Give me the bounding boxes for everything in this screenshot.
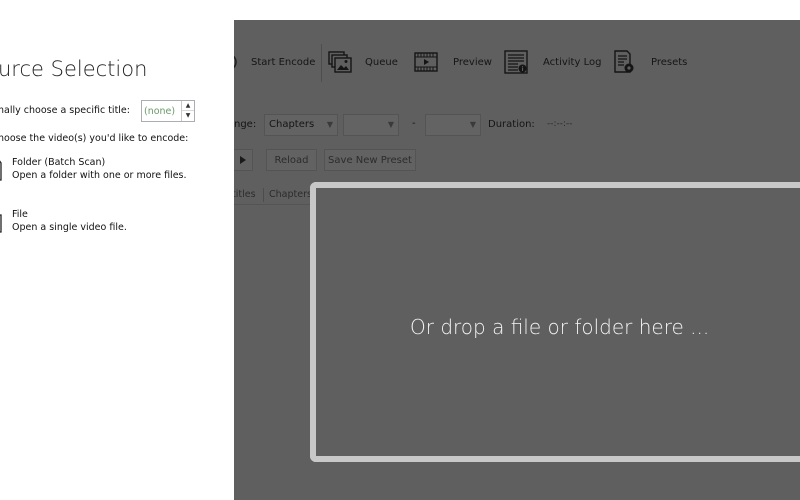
file-option[interactable]: File Open a single video file. <box>0 209 234 239</box>
range-mode-dropdown[interactable]: Chapters ▼ <box>264 114 338 136</box>
tab-subtitles[interactable]: titles <box>234 186 256 204</box>
toolbar-separator <box>321 44 322 82</box>
presets-button[interactable]: Presets <box>612 40 687 84</box>
file-option-desc: Open a single video file. <box>12 222 127 233</box>
folder-batch-scan-option[interactable]: Folder (Batch Scan) Open a folder with o… <box>0 157 234 187</box>
specific-title-row: nally choose a specific title: (none) ▲ … <box>0 100 232 122</box>
start-encode-button[interactable]: Start Encode <box>251 40 315 84</box>
chevron-down-icon: ▼ <box>326 120 333 129</box>
tab-separator <box>263 188 264 202</box>
choose-videos-label: hoose the video(s) you'd like to encode: <box>0 133 189 144</box>
spinner-up-icon[interactable]: ▲ <box>182 101 194 111</box>
range-mode-value: Chapters <box>269 119 315 130</box>
spinner-buttons: ▲ ▼ <box>181 101 194 121</box>
file-icon <box>0 214 2 233</box>
chevron-down-icon: ▼ <box>469 120 476 129</box>
folder-option-name: Folder (Batch Scan) <box>12 157 106 168</box>
toolbar: Start Encode Queue Preview i Activity Lo… <box>234 40 800 84</box>
preview-label: Preview <box>453 56 492 68</box>
queue-button[interactable]: Queue <box>328 40 398 84</box>
preview-button[interactable]: Preview <box>414 40 492 84</box>
chevron-down-icon: ▼ <box>387 120 394 129</box>
play-arrow-icon <box>239 156 246 164</box>
range-row: nge: Chapters ▼ ▼ - ▼ Duration: --:--:-- <box>234 114 800 136</box>
drop-zone[interactable]: Or drop a file or folder here ... <box>310 182 800 462</box>
drop-zone-text: Or drop a file or folder here ... <box>410 315 710 339</box>
reload-button[interactable]: Reload <box>266 149 317 171</box>
main-window-overlay: Start Encode Queue Preview i Activity Lo… <box>234 20 800 500</box>
range-dash: - <box>412 118 416 129</box>
activity-log-icon: i <box>504 50 528 74</box>
title-spinner-value: (none) <box>144 106 176 117</box>
activity-log-label: Activity Log <box>543 56 602 68</box>
folder-option-desc: Open a folder with one or more files. <box>12 170 187 181</box>
queue-label: Queue <box>365 56 398 68</box>
source-selection-panel: urce Selection nally choose a specific t… <box>0 0 234 500</box>
duration-value: --:--:-- <box>547 119 573 129</box>
svg-text:i: i <box>521 66 523 73</box>
spinner-down-icon[interactable]: ▼ <box>182 111 194 121</box>
next-arrow-button[interactable] <box>234 149 253 171</box>
duration-label: Duration: <box>488 119 535 130</box>
preset-buttons-row: Reload Save New Preset <box>234 149 800 171</box>
save-new-preset-button[interactable]: Save New Preset <box>324 149 416 171</box>
play-circle-icon <box>234 55 237 69</box>
specific-title-label: nally choose a specific title: <box>0 105 130 116</box>
folder-icon <box>0 160 2 181</box>
presets-label: Presets <box>651 56 688 68</box>
queue-icon <box>328 51 352 73</box>
range-start-dropdown[interactable]: ▼ <box>343 114 399 136</box>
panel-title: urce Selection <box>0 57 148 81</box>
activity-log-button[interactable]: i Activity Log <box>504 40 601 84</box>
start-encode-label: Start Encode <box>251 56 316 68</box>
title-spinner[interactable]: (none) ▲ ▼ <box>141 100 195 122</box>
presets-gear-icon <box>614 50 634 73</box>
tab-chapters[interactable]: Chapters <box>269 186 312 204</box>
file-option-name: File <box>12 209 28 220</box>
preview-film-icon <box>414 52 438 72</box>
range-label: nge: <box>234 119 257 130</box>
range-end-dropdown[interactable]: ▼ <box>425 114 481 136</box>
